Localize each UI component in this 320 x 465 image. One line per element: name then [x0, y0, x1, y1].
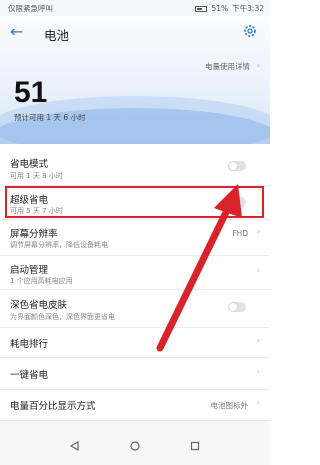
- chevron-right-icon: ›: [256, 266, 260, 276]
- network-status: 仅限紧急呼叫: [8, 4, 53, 13]
- row-label: 耗电排行: [10, 339, 49, 350]
- gear-icon[interactable]: [242, 23, 258, 39]
- clock: 下午3:32: [232, 4, 264, 13]
- chevron-right-icon: ›: [256, 367, 260, 377]
- row-label: 启动管理: [10, 265, 49, 276]
- home-circle-icon[interactable]: [130, 441, 140, 451]
- recents-square-icon[interactable]: [190, 441, 200, 451]
- row-label: 屏幕分辨率: [10, 229, 58, 240]
- battery-percent: 51%: [211, 4, 229, 13]
- battery-level-number: 51: [14, 76, 48, 109]
- chevron-right-icon: ›: [256, 227, 260, 237]
- battery-icon: [195, 5, 208, 12]
- row-label: 省电模式: [10, 159, 49, 170]
- usage-details-link[interactable]: 电量使用详情 ›: [205, 61, 260, 72]
- row-label: 一键省电: [10, 370, 49, 381]
- chevron-right-icon: ›: [256, 336, 260, 346]
- remaining-time: 预计可用 1 天 6 小时: [14, 113, 86, 122]
- chevron-right-icon: ›: [257, 61, 260, 70]
- row-subtitle: 可用 1 天 8 小时: [10, 172, 63, 180]
- chevron-right-icon: ›: [256, 398, 260, 408]
- status-bar: 仅限紧急呼叫 51% 下午3:32: [0, 0, 270, 16]
- pointer-arrow-overlay: [156, 184, 242, 352]
- row-label: 深色省电皮肤: [10, 300, 68, 311]
- back-arrow-icon[interactable]: ←: [10, 24, 23, 40]
- navigation-bar: [0, 420, 270, 465]
- title-bar: ← 电池: [0, 16, 270, 50]
- back-triangle-icon[interactable]: [70, 441, 80, 451]
- percentage-display-value: 电池图标外: [210, 401, 249, 410]
- one-touch-optimize-row[interactable]: 一键省电 ›: [0, 358, 270, 390]
- row-label: 电量百分比显示方式: [10, 401, 96, 412]
- row-subtitle: 为界面颜色深色，深色界面更省电: [10, 313, 115, 321]
- page-title: 电池: [44, 28, 70, 43]
- usage-details-label: 电量使用详情: [205, 62, 250, 71]
- power-saving-toggle[interactable]: [228, 161, 246, 171]
- row-subtitle: 调节屏幕分辨率，降低设备耗电: [10, 241, 108, 249]
- row-subtitle: 1 个应用高耗电应用: [10, 277, 73, 285]
- battery-percentage-display-row[interactable]: 电量百分比显示方式 电池图标外 ›: [0, 390, 270, 420]
